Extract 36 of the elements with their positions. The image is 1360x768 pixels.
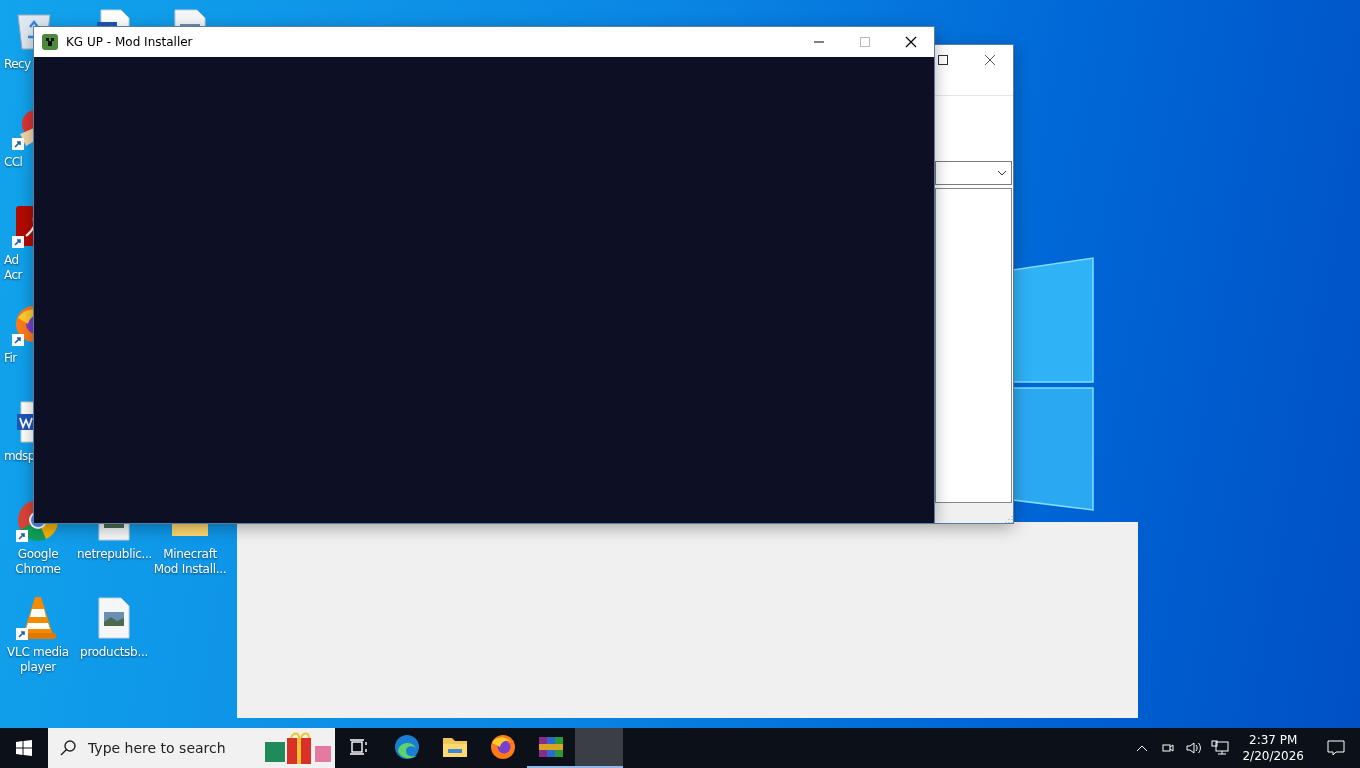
minimize-icon	[814, 41, 824, 43]
shortcut-arrow-icon	[12, 138, 24, 150]
clock[interactable]: 2:37 PM 2/20/2026	[1234, 732, 1312, 764]
close-icon	[905, 36, 917, 48]
desktop-icon-label[interactable]: Ad Acr	[4, 253, 32, 283]
desktop-icon-label[interactable]: netrepublic...	[77, 547, 151, 562]
windows-logo-icon	[16, 740, 32, 756]
shortcut-arrow-icon	[12, 334, 24, 346]
close-icon	[984, 54, 996, 66]
dropdown[interactable]	[935, 161, 1012, 185]
shortcut-arrow-icon	[12, 236, 24, 248]
desktop-icon-label[interactable]: productsb...	[77, 645, 151, 660]
browser-wave-icon	[394, 734, 420, 760]
desktop-icon-label[interactable]: mdsp	[4, 449, 32, 464]
search-box[interactable]: Type here to search	[48, 728, 335, 768]
desktop-icon-label[interactable]: VLC media player	[1, 645, 75, 675]
desktop-icon-label[interactable]: Recy	[4, 57, 32, 72]
shortcut-arrow-icon	[16, 628, 28, 640]
resize-grip-icon[interactable]	[1003, 513, 1013, 523]
search-input[interactable]: Type here to search	[86, 739, 253, 757]
maximize-icon	[938, 55, 948, 65]
search-icon	[60, 740, 76, 756]
desktop-icon-label[interactable]: Minecraft Mod Install...	[153, 547, 227, 577]
desktop-icon-label[interactable]: Fir	[4, 351, 32, 366]
shortcut-arrow-icon	[16, 530, 28, 542]
window-title: KG UP - Mod Installer	[66, 35, 194, 49]
folder-icon	[442, 736, 468, 758]
books-icon	[538, 735, 564, 759]
desktop-icon-label[interactable]: CCl	[4, 155, 32, 170]
chevron-down-icon	[997, 170, 1007, 176]
fox-globe-icon	[490, 734, 516, 760]
task-view-icon	[349, 738, 369, 756]
maximize-icon	[860, 37, 870, 47]
desktop-icon-label[interactable]: Google Chrome	[1, 547, 75, 577]
list-box[interactable]	[935, 188, 1012, 503]
creeper-icon	[42, 34, 58, 50]
